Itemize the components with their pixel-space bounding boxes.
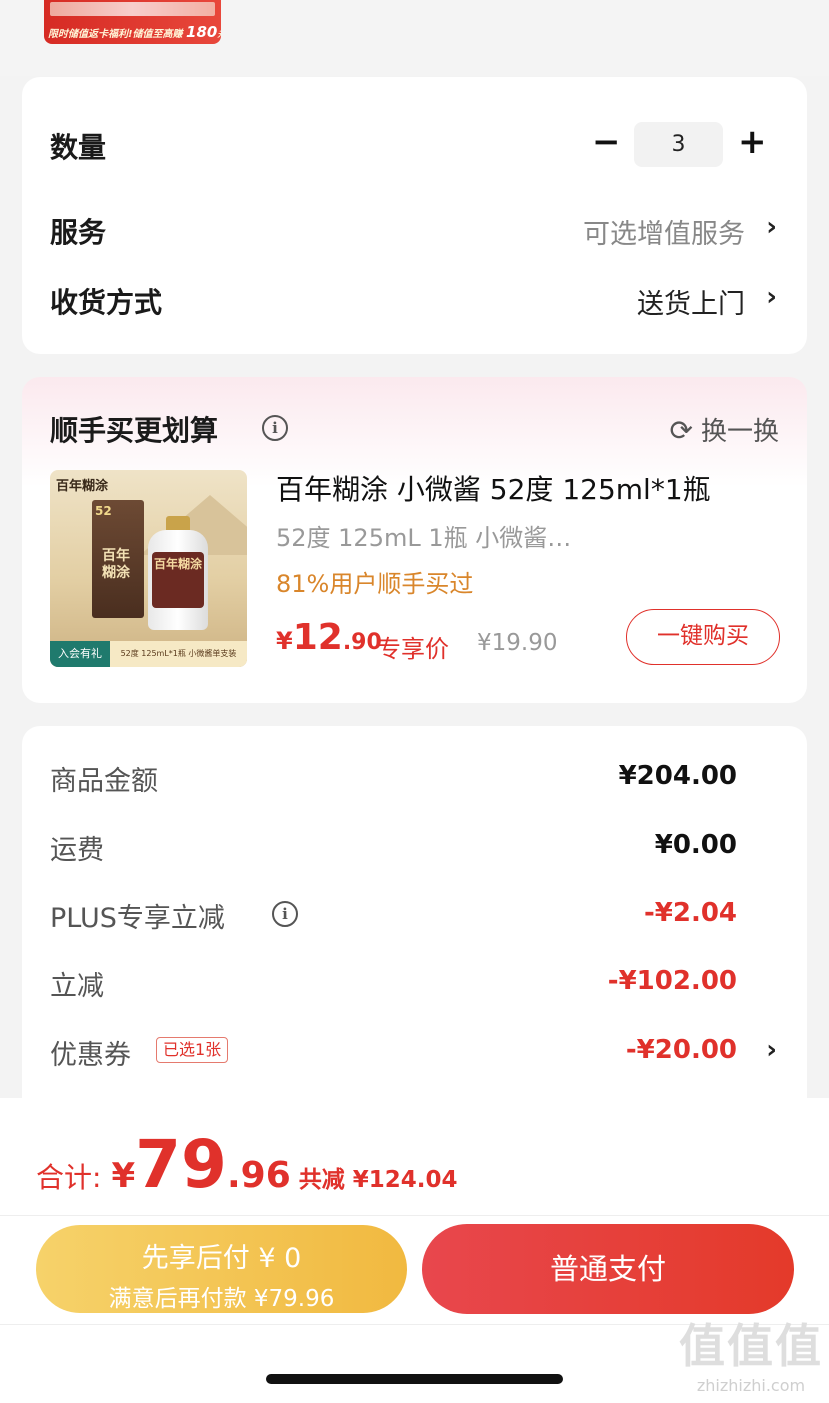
recommend-title: 顺手买更划算 xyxy=(50,414,219,447)
watermark-url: zhizhizhi.com xyxy=(696,1376,806,1395)
box-number: 52 xyxy=(95,504,112,518)
image-brand-text: 百年糊涂 xyxy=(56,479,109,494)
product-hint: 81%用户顺手买过 xyxy=(276,570,474,598)
quantity-minus-button[interactable]: − xyxy=(592,125,621,159)
pay-later-title: 先享后付 ¥ 0 xyxy=(141,1243,302,1274)
total-saved: 共减 ¥124.04 xyxy=(298,1167,458,1193)
service-chevron-icon[interactable]: › xyxy=(766,214,777,240)
pay-later-button[interactable]: 先享后付 ¥ 0 满意后再付款 ¥79.96 xyxy=(36,1225,407,1313)
coupon-value[interactable]: -¥20.00 xyxy=(626,1035,737,1065)
join-badge: 入会有礼 xyxy=(50,641,110,667)
delivery-chevron-icon[interactable]: › xyxy=(766,284,777,310)
image-caption: 52度 125mL*1瓶 小微酱单支装 xyxy=(110,641,247,667)
quantity-plus-button[interactable]: + xyxy=(738,125,767,159)
service-label: 服务 xyxy=(50,216,107,249)
plus-info-icon[interactable]: i xyxy=(272,901,298,927)
goods-amount-value: ¥204.00 xyxy=(618,761,737,791)
goods-amount-label: 商品金额 xyxy=(50,766,158,797)
banner-text: 限时储值返卡福利!储值至高赚 180元 xyxy=(48,23,221,41)
product-subtitle: 52度 125mL 1瓶 小微酱… xyxy=(276,524,572,552)
watermark-logo: 值值值 xyxy=(679,1319,823,1373)
price-tag: 专享价 xyxy=(377,635,449,663)
checkout-page: 限时储值返卡福利!储值至高赚 180元 数量 − 3 + 服务 可选增值服务 ›… xyxy=(0,0,829,1403)
normal-pay-button[interactable]: 普通支付 xyxy=(422,1224,794,1314)
one-click-buy-button[interactable]: 一键购买 xyxy=(626,609,780,665)
plus-discount-label: PLUS专享立减 xyxy=(50,903,225,934)
quantity-input[interactable]: 3 xyxy=(634,122,723,167)
direct-discount-label: 立减 xyxy=(50,971,104,1002)
bottle-label: 百年糊涂 xyxy=(152,552,204,608)
direct-discount-value: -¥102.00 xyxy=(607,966,737,996)
delivery-value[interactable]: 送货上门 xyxy=(637,282,745,321)
checkout-bar: 合计: ¥79.96 共减 ¥124.04 先享后付 ¥ 0 满意后再付款 ¥79.… xyxy=(0,1098,829,1403)
delivery-label: 收货方式 xyxy=(50,286,163,319)
product-title[interactable]: 百年糊涂 小微酱 52度 125ml*1瓶 xyxy=(276,468,711,508)
refresh-button[interactable]: ⟳ 换一换 xyxy=(670,411,779,448)
quantity-label: 数量 xyxy=(50,131,107,164)
shipping-label: 运费 xyxy=(50,835,104,866)
coupon-label: 优惠券 xyxy=(50,1040,131,1071)
coupon-chevron-icon[interactable]: › xyxy=(766,1037,777,1063)
divider xyxy=(0,1215,829,1216)
top-area: 限时储值返卡福利!储值至高赚 180元 xyxy=(0,0,829,76)
shipping-value: ¥0.00 xyxy=(654,830,737,860)
pay-later-subtitle: 满意后再付款 ¥79.96 xyxy=(108,1286,335,1312)
banner-decoration xyxy=(50,2,215,16)
total-amount: 合计: ¥79.96 共减 ¥124.04 xyxy=(36,1126,458,1203)
box-text: 百年糊涂 xyxy=(102,548,130,581)
options-card: 数量 − 3 + 服务 可选增值服务 › 收货方式 送货上门 › xyxy=(22,77,807,354)
product-price: ¥12.90 xyxy=(276,617,382,658)
total-label: 合计: xyxy=(36,1161,102,1194)
service-value[interactable]: 可选增值服务 xyxy=(583,212,745,251)
product-image[interactable]: 百年糊涂 52 百年糊涂 百年糊涂 入会有礼 52度 125mL*1瓶 小微酱单… xyxy=(50,470,247,667)
refresh-label: 换一换 xyxy=(700,417,779,447)
coupon-selected-badge: 已选1张 xyxy=(156,1037,229,1063)
watermark: 值值值 zhizhizhi.com xyxy=(679,1310,823,1395)
price-summary-card: 商品金额 ¥204.00 运费 ¥0.00 PLUS专享立减 i -¥2.04 … xyxy=(22,726,807,1126)
original-price: ¥19.90 xyxy=(477,630,558,656)
info-icon[interactable]: i xyxy=(262,415,288,441)
recommend-card: 顺手买更划算 i ⟳ 换一换 百年糊涂 52 百年糊涂 百年糊涂 入会有礼 52度… xyxy=(22,377,807,703)
plus-discount-value: -¥2.04 xyxy=(643,898,737,928)
refresh-icon: ⟳ xyxy=(669,414,693,447)
home-indicator[interactable] xyxy=(266,1374,563,1384)
promo-banner[interactable]: 限时储值返卡福利!储值至高赚 180元 xyxy=(44,0,221,44)
